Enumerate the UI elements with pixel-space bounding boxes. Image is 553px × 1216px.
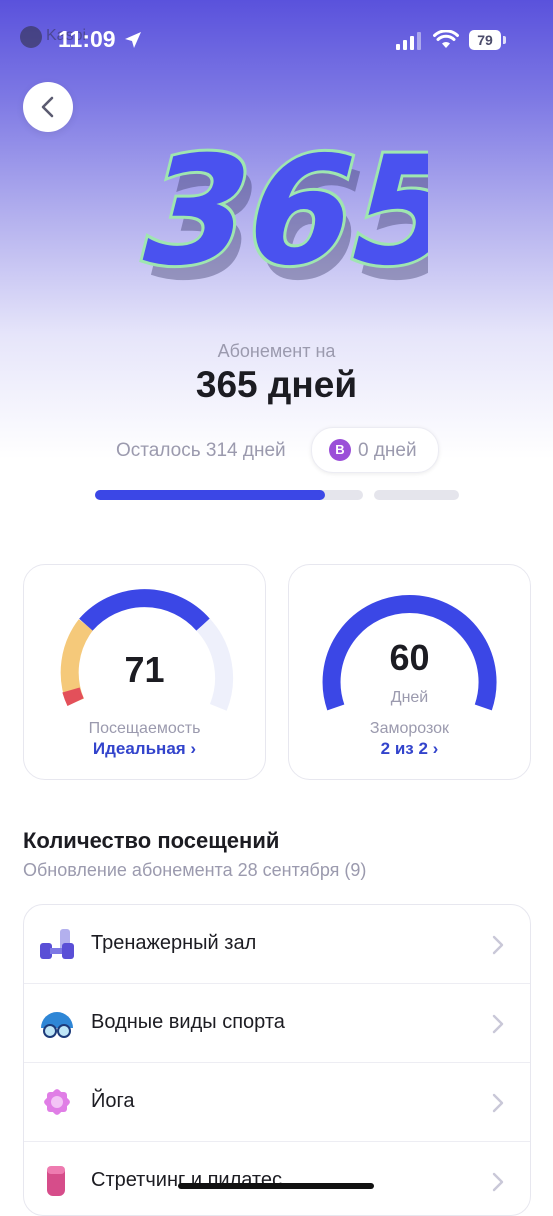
list-item-water-sports[interactable]: Водные виды спорта xyxy=(24,984,530,1063)
membership-progress-fill xyxy=(95,490,326,500)
list-item-yoga[interactable]: Йога xyxy=(24,1063,530,1142)
gauge-blue-segment xyxy=(79,589,210,631)
membership-subtitle: Абонемент на xyxy=(217,341,336,361)
chevron-right-icon xyxy=(492,935,504,955)
list-item-stretching[interactable]: Стретчинг и пилатес xyxy=(24,1142,530,1215)
swim-cap-icon xyxy=(41,1012,73,1038)
chevron-right-icon xyxy=(492,1014,504,1034)
status-time: 11:09 xyxy=(58,26,116,52)
freeze-unit: Дней xyxy=(390,689,429,706)
attendance-value: 71 xyxy=(124,649,165,690)
freeze-days-pill[interactable]: B 0 дней xyxy=(311,427,439,473)
signal-icon xyxy=(396,32,421,50)
lotus-icon xyxy=(44,1089,70,1115)
list-item-gym[interactable]: Тренажерный зал xyxy=(24,905,530,984)
list-item-label: Тренажерный зал xyxy=(91,932,257,954)
visits-subtitle: Обновление абонемента 28 сентября (9) xyxy=(23,860,367,880)
gauge-red-segment xyxy=(62,687,84,706)
activity-list: Тренажерный зал Водные виды спорта Йога xyxy=(23,904,531,1216)
attendance-link[interactable]: Идеальная › xyxy=(24,739,265,759)
attendance-card[interactable]: 71 Посещаемость Идеальная › xyxy=(23,564,266,780)
chevron-right-icon xyxy=(492,1172,504,1192)
attendance-label: Посещаемость xyxy=(88,720,201,737)
chevron-left-icon xyxy=(41,96,54,118)
freeze-value: 60 xyxy=(389,637,430,678)
freeze-badge-icon: B xyxy=(329,439,351,461)
location-arrow-icon xyxy=(125,32,141,48)
logo-text: 365 xyxy=(128,124,428,298)
freeze-link[interactable]: 2 из 2 › xyxy=(289,739,530,759)
visits-title: Количество посещений xyxy=(23,828,280,853)
freeze-label: Заморозок xyxy=(369,720,450,737)
yoga-mat-icon xyxy=(47,1166,65,1196)
freeze-card[interactable]: 60 Дней Заморозок 2 из 2 › xyxy=(288,564,531,780)
dumbbell-icon xyxy=(40,929,74,959)
freeze-days-label: 0 дней xyxy=(358,440,417,461)
membership-progress-bar xyxy=(95,490,363,500)
battery-indicator: 79 xyxy=(469,30,501,50)
battery-level: 79 xyxy=(477,32,493,48)
membership-title: 365 дней xyxy=(195,364,358,405)
chevron-right-icon xyxy=(492,1093,504,1113)
battery-tip xyxy=(503,36,506,44)
back-button[interactable] xyxy=(23,82,73,132)
freeze-progress-bar xyxy=(374,490,459,500)
list-item-label: Водные виды спорта xyxy=(91,1011,285,1033)
days-remaining: Осталось 314 дней xyxy=(116,440,286,461)
logo-365: 365 365 xyxy=(128,121,428,298)
status-bar: Kaspi 11:09 79 xyxy=(0,0,553,80)
wifi-icon xyxy=(433,30,459,48)
kaspi-logo-icon xyxy=(20,26,42,48)
home-indicator[interactable] xyxy=(178,1183,374,1189)
list-item-label: Йога xyxy=(91,1090,135,1112)
